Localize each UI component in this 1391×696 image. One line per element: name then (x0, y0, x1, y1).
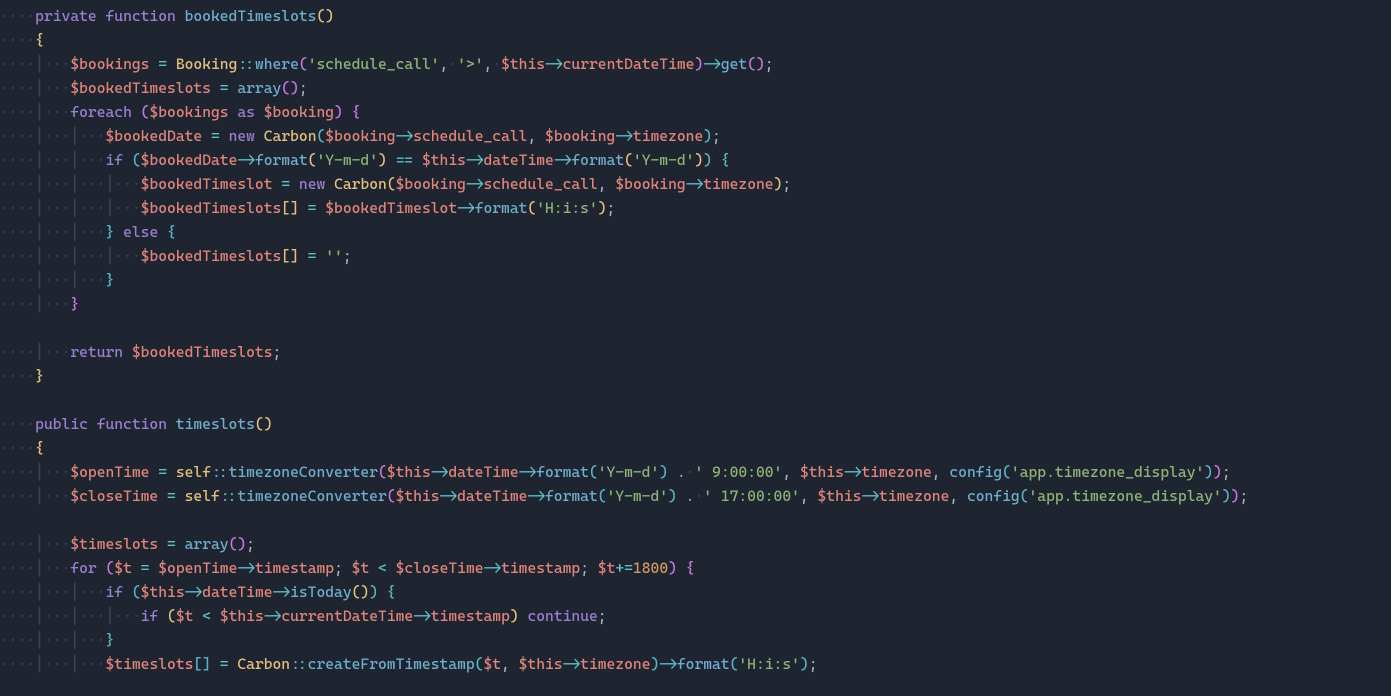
code-line: ····│···$bookings = Booking::where('sche… (0, 55, 774, 73)
code-line: ····│···│···} (0, 631, 114, 649)
code-line: ····│···$timeslots = array(); (0, 535, 255, 553)
code-line: ····│···$bookedTimeslots = array(); (0, 79, 308, 97)
code-line: ····│···return $bookedTimeslots; (0, 343, 281, 361)
code-line: ····│···│···} (0, 271, 114, 289)
code-line: ····│···for ($t = $openTime->timestamp; … (0, 559, 695, 577)
code-line: ····│···│···$bookedDate = new Carbon($bo… (0, 127, 721, 145)
code-editor[interactable]: ····private function bookedTimeslots() ·… (0, 0, 1391, 676)
code-line: ····} (0, 367, 44, 385)
code-line: ····public function timeslots() (0, 415, 272, 433)
code-line: ····│···│···if ($bookedDate->format('Y-m… (0, 151, 730, 169)
code-line: ····private function bookedTimeslots() (0, 7, 334, 25)
code-line: ····│···$closeTime = self::timezoneConve… (0, 487, 1248, 505)
code-line: ····│···│···│···$bookedTimeslots[] = $bo… (0, 199, 615, 217)
code-line: ····│···} (0, 295, 79, 313)
code-line: ····│···$openTime = self::timezoneConver… (0, 463, 1231, 481)
code-line: ····{ (0, 31, 44, 49)
code-line: ····│···│···} else { (0, 223, 176, 241)
code-line: ····│···│···│···$bookedTimeslots[] = ''; (0, 247, 352, 265)
code-line: ····│···foreach ($bookings as $booking) … (0, 103, 360, 121)
code-line: ····{ (0, 439, 44, 457)
code-line: ····│···│···$timeslots[] = Carbon::creat… (0, 655, 818, 673)
code-line: ····│···│···│···if ($t < $this->currentD… (0, 607, 607, 625)
code-line: ····│···│···│···$bookedTimeslot = new Ca… (0, 175, 791, 193)
code-line: ····│···│···if ($this->dateTime->isToday… (0, 583, 396, 601)
